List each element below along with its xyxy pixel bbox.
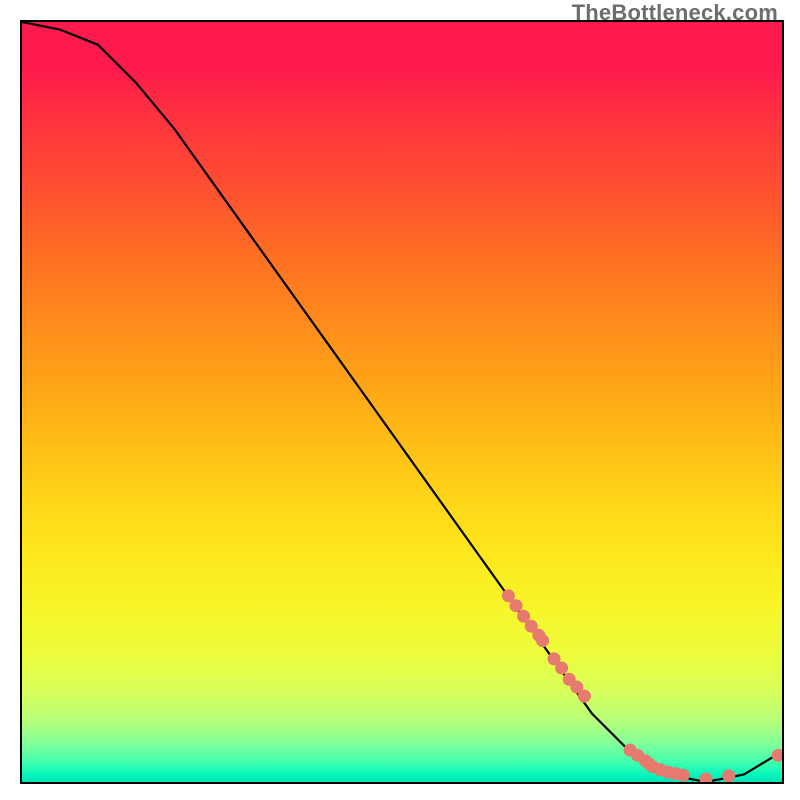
bottleneck-curve xyxy=(22,22,782,782)
data-point xyxy=(677,769,690,782)
data-point xyxy=(578,690,591,703)
chart-wrapper: TheBottleneck.com xyxy=(0,0,800,800)
data-point xyxy=(722,769,735,782)
plot-area xyxy=(20,20,784,784)
data-point xyxy=(555,662,568,675)
data-point xyxy=(510,599,523,612)
data-point xyxy=(700,773,713,783)
data-point xyxy=(772,749,782,762)
data-points xyxy=(502,589,782,782)
bottleneck-curve-svg xyxy=(22,22,782,782)
data-point xyxy=(536,634,549,647)
curve-group xyxy=(22,22,782,782)
